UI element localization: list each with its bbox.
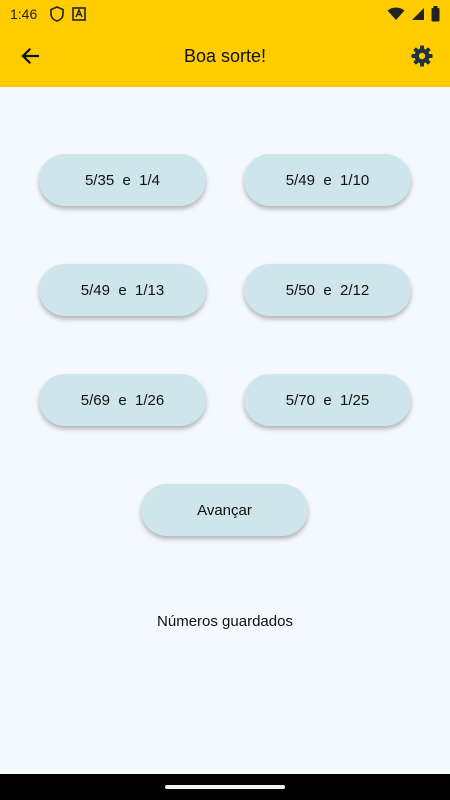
battery-icon [431,6,440,27]
saved-numbers-label: Números guardados [157,613,293,630]
option-button-6[interactable]: 5/70 e 1/25 [244,374,411,426]
advance-button[interactable]: Avançar [141,484,308,536]
option-button-3[interactable]: 5/49 e 1/13 [39,264,206,316]
status-icons-left [50,6,86,27]
app-bar: Boa sorte! [0,28,450,87]
status-icons-right [387,6,440,27]
font-icon [72,6,86,27]
option-button-4[interactable]: 5/50 e 2/12 [244,264,411,316]
home-indicator[interactable] [165,785,285,789]
option-button-1[interactable]: 5/35 e 1/4 [39,154,206,206]
option-button-2[interactable]: 5/49 e 1/10 [244,154,411,206]
gear-icon [410,44,434,73]
signal-icon [411,7,425,26]
status-time: 1:46 [10,6,38,22]
main-content: 5/35 e 1/4 5/49 e 1/10 5/49 e 1/13 5/50 … [0,87,450,774]
status-bar: 1:46 [0,0,450,28]
wifi-icon [387,7,405,26]
settings-button[interactable] [406,42,438,74]
shield-icon [50,6,64,27]
option-button-5[interactable]: 5/69 e 1/26 [39,374,206,426]
page-title: Boa sorte! [183,46,267,66]
navigation-bar [0,774,450,800]
